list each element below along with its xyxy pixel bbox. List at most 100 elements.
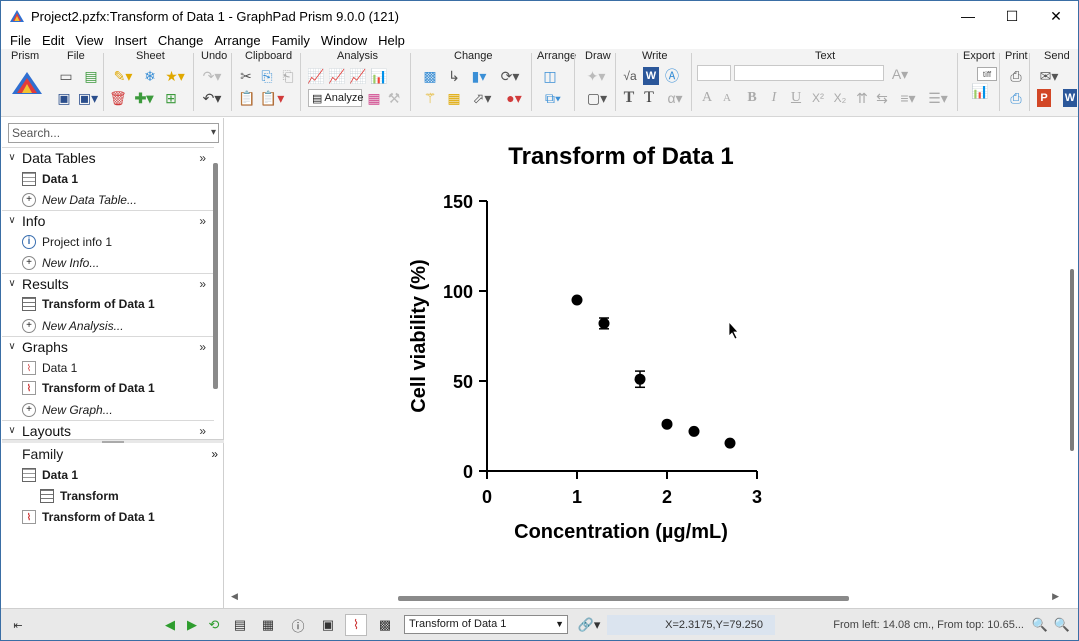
data-tables-view-icon[interactable]: ▦ <box>257 614 279 636</box>
magic-icon[interactable]: ★▾ <box>163 67 187 85</box>
link-icon[interactable]: 🔗▾ <box>575 614 603 636</box>
wand-analysis-icon[interactable]: ⚒ <box>385 89 403 107</box>
subscript-button[interactable]: X₂ <box>831 89 849 107</box>
text-T2-button[interactable]: T <box>641 89 657 107</box>
baseline-icon[interactable]: ⇈ <box>853 89 871 107</box>
search-dropdown-icon[interactable]: ▾ <box>211 124 216 142</box>
section-info[interactable]: ∨ Info » <box>2 210 214 230</box>
nav-new-info[interactable]: + New Info... <box>22 253 99 273</box>
scroll-right-icon[interactable]: ▶ <box>1052 591 1059 602</box>
zoom-graph-icon[interactable]: ⬀▾ <box>469 89 495 107</box>
analyze-button[interactable]: ▤ Analyze <box>308 89 364 107</box>
scroll-left-icon[interactable]: ◀ <box>231 591 238 602</box>
menu-view[interactable]: View <box>75 33 103 48</box>
section-results[interactable]: ∨ Results » <box>2 273 214 293</box>
nonlinear-icon[interactable]: 📈 <box>349 67 367 85</box>
color-palette-icon[interactable]: ●▾ <box>501 89 527 107</box>
spacing-icon[interactable]: ⇆ <box>873 89 891 107</box>
sqrt-button[interactable]: √a <box>621 67 639 85</box>
word-export-button[interactable]: W <box>1063 89 1077 107</box>
greek-button[interactable]: α ▾ <box>663 89 687 107</box>
nav-new-analysis[interactable]: + New Analysis... <box>22 316 124 336</box>
redo-icon[interactable]: ↷▾ <box>199 67 225 85</box>
rotate-icon[interactable]: ⟳▾ <box>497 67 523 85</box>
text-T-button[interactable]: T <box>621 89 637 107</box>
nav-item-data-1[interactable]: Data 1 <box>22 169 78 189</box>
splitter-grip[interactable] <box>102 441 124 443</box>
menu-family[interactable]: Family <box>272 33 310 48</box>
bar-chart-icon[interactable]: ▮▾ <box>469 67 489 85</box>
nav-item-graph-data-1[interactable]: ⌇ Data 1 <box>22 358 77 378</box>
prism-logo-icon[interactable] <box>11 71 43 95</box>
new-file-icon[interactable]: ▭ <box>56 67 76 85</box>
family-item-transform[interactable]: Transform <box>40 486 119 506</box>
print-preview-icon[interactable]: ⎙ <box>1007 89 1025 107</box>
menu-insert[interactable]: Insert <box>114 33 147 48</box>
draw-shape-icon[interactable]: ✦▾ <box>583 67 609 85</box>
insert-sheet-icon[interactable]: ⊞ <box>161 89 181 107</box>
family-more-icon[interactable]: » <box>211 447 218 461</box>
bold-button[interactable]: B <box>743 89 761 107</box>
shrink-font-icon[interactable]: A <box>719 89 735 107</box>
nav-item-project-info[interactable]: i Project info 1 <box>22 232 112 252</box>
zoom-in-icon[interactable]: 🔍 <box>1051 614 1073 636</box>
navigator-scrollbar[interactable] <box>213 163 218 389</box>
maximize-button[interactable]: ☐ <box>989 1 1035 31</box>
expand-more-icon[interactable]: » <box>199 340 206 354</box>
delete-sheet-icon[interactable]: 🗑 <box>109 89 127 107</box>
italic-button[interactable]: I <box>765 89 783 107</box>
stats-icon[interactable]: 📊 <box>370 67 388 85</box>
nav-item-graph-transform[interactable]: ⌇ Transform of Data 1 <box>22 378 155 398</box>
save-as-icon[interactable]: ▣▾ <box>77 89 99 107</box>
expand-more-icon[interactable]: » <box>199 424 206 438</box>
export-chart-icon[interactable]: 📊 <box>965 79 995 103</box>
go-back-icon[interactable]: ⟲ <box>203 614 225 636</box>
font-color-icon[interactable]: A▾ <box>887 65 913 83</box>
align-icon[interactable]: ◫ <box>541 67 559 85</box>
menu-edit[interactable]: Edit <box>42 33 64 48</box>
font-size-select[interactable] <box>697 65 731 81</box>
powerpoint-button[interactable]: P <box>1037 89 1051 107</box>
align-text-icon[interactable]: ≡▾ <box>895 89 921 107</box>
arrange-icon[interactable]: ⧉▾ <box>539 89 567 107</box>
section-data-tables[interactable]: ∨ Data Tables » <box>2 147 214 167</box>
sheet-selector[interactable]: Transform of Data 1 ▼ <box>404 615 568 634</box>
highlighter-icon[interactable]: ✎▾ <box>111 67 135 85</box>
underline-button[interactable]: U <box>787 89 805 107</box>
nav-item-results-transform[interactable]: Transform of Data 1 <box>22 294 155 314</box>
info-view-icon[interactable]: ⓘ <box>287 614 309 636</box>
print-icon[interactable]: ⎙ <box>1007 67 1025 85</box>
next-sheet-icon[interactable]: ▶ <box>181 614 203 636</box>
menu-help[interactable]: Help <box>378 33 405 48</box>
info-constant-icon[interactable]: Ⓐ <box>663 67 681 85</box>
format-axes-icon[interactable]: ↳ <box>445 67 463 85</box>
menu-arrange[interactable]: Arrange <box>214 33 260 48</box>
search-input[interactable]: Search... ▾ <box>8 123 219 143</box>
close-button[interactable]: ✕ <box>1033 1 1079 31</box>
save-icon[interactable]: ▣ <box>54 89 74 107</box>
expand-more-icon[interactable]: » <box>199 277 206 291</box>
xy-analysis-icon[interactable]: 📈 <box>307 67 325 85</box>
paste-special-icon[interactable]: ⎗ <box>279 67 297 85</box>
superscript-button[interactable]: X² <box>809 89 827 107</box>
graph-canvas[interactable]: Transform of Data 1 Concentration (µg/mL… <box>229 118 1065 591</box>
open-file-icon[interactable]: ▤ <box>81 67 101 85</box>
grow-font-icon[interactable]: A <box>699 89 715 107</box>
menu-change[interactable]: Change <box>158 33 204 48</box>
layouts-view-icon[interactable]: ▩ <box>374 614 396 636</box>
copy-icon[interactable]: ⎘ <box>258 67 276 85</box>
results-view-icon[interactable]: ▣ <box>317 614 339 636</box>
expand-more-icon[interactable]: » <box>199 151 206 165</box>
format-graph-icon[interactable]: ▩ <box>421 67 439 85</box>
draw-box-icon[interactable]: ▢▾ <box>583 89 611 107</box>
vertical-scroll-thumb[interactable] <box>1070 269 1074 451</box>
nav-new-graph[interactable]: + New Graph... <box>22 400 113 420</box>
word-button[interactable]: W <box>643 67 659 85</box>
family-item-graph-transform[interactable]: ⌇ Transform of Data 1 <box>22 507 155 527</box>
color-scheme-icon[interactable]: ▦ <box>445 89 463 107</box>
previous-sheet-icon[interactable]: ◀ <box>159 614 181 636</box>
family-item-data-1[interactable]: Data 1 <box>22 465 78 485</box>
minimize-button[interactable]: — <box>945 1 991 31</box>
expand-more-icon[interactable]: » <box>199 214 206 228</box>
nav-new-data-table[interactable]: + New Data Table... <box>22 190 137 210</box>
